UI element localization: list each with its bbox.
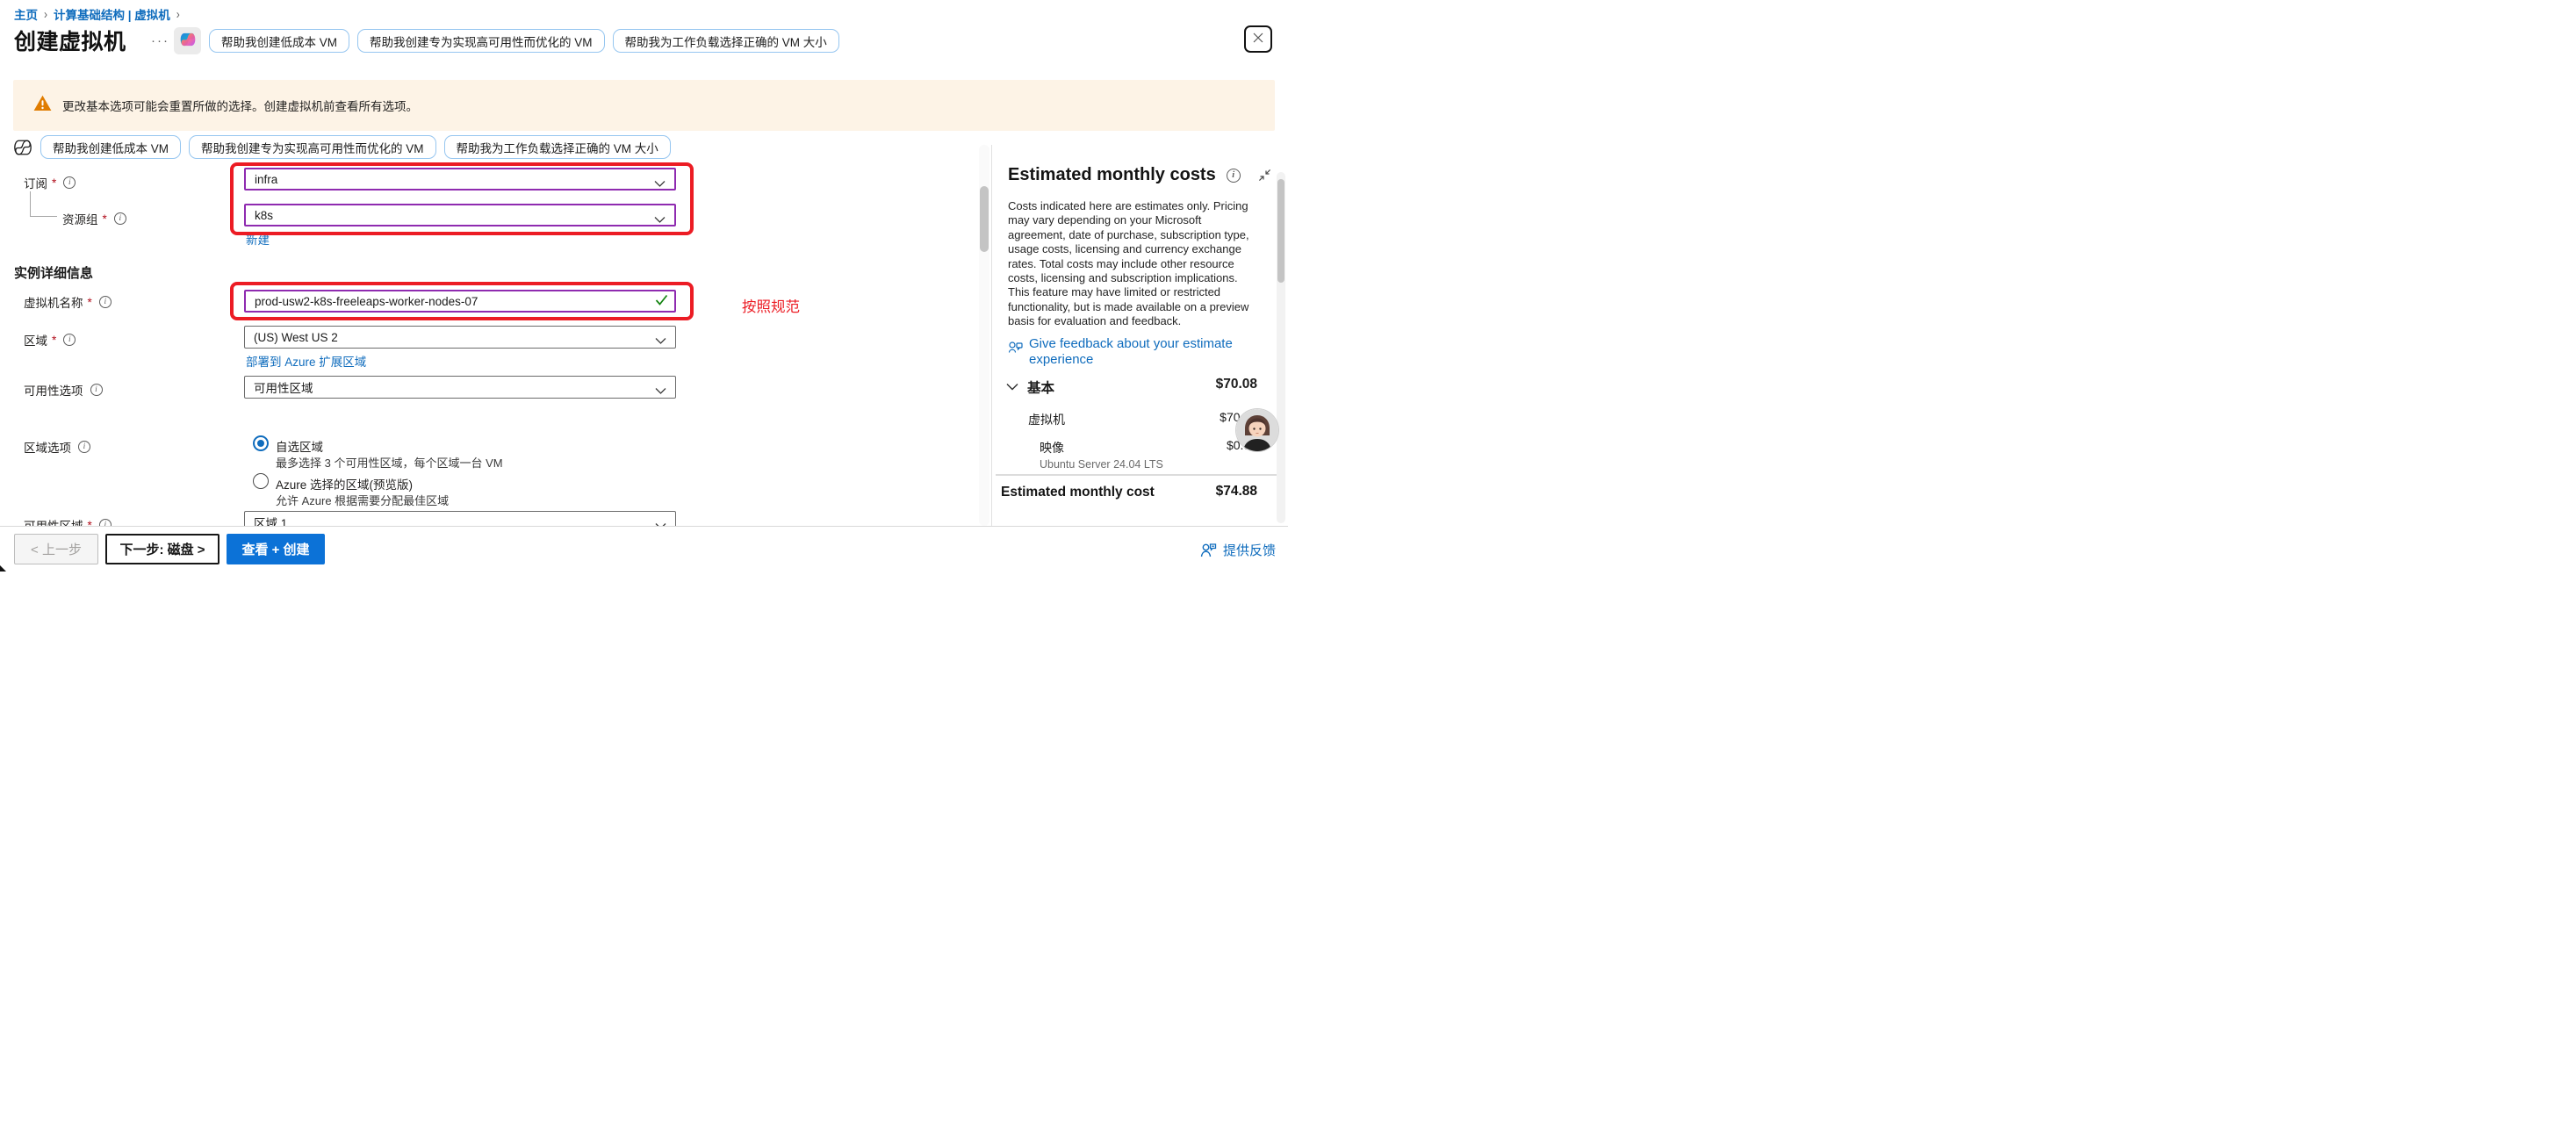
breadcrumb-section[interactable]: 计算基础结构 | 虚拟机 (54, 5, 170, 23)
mouse-cursor (0, 563, 12, 572)
chevron-right-icon: › (176, 7, 180, 22)
self-select-zones-helper: 最多选择 3 个可用性区域，每个区域一台 VM (276, 454, 503, 471)
costs-disclaimer: Costs indicated here are estimates only.… (1008, 199, 1252, 329)
azure-selected-zones-radio[interactable] (253, 473, 269, 489)
breadcrumb: 主页 › 计算基础结构 | 虚拟机 › (14, 5, 180, 23)
warning-icon (33, 95, 52, 116)
total-cost-value: $74.88 (1141, 484, 1257, 500)
cost-group-basic[interactable]: 基本 (1006, 377, 1054, 397)
suggestion-high-availability-button[interactable]: 帮助我创建专为实现高可用性而优化的 VM (189, 135, 436, 159)
region-label: 区域* i (24, 331, 76, 349)
breadcrumb-home[interactable]: 主页 (14, 5, 38, 23)
info-icon[interactable]: i (63, 176, 76, 189)
azure-selected-zones-option[interactable]: Azure 选择的区域(预览版) (276, 475, 413, 492)
availability-options-dropdown[interactable]: 可用性区域 (244, 376, 676, 399)
info-icon[interactable]: i (99, 296, 112, 308)
close-icon (1252, 32, 1264, 47)
cost-group-value: $70.08 (1141, 377, 1257, 392)
main-scrollbar-thumb[interactable] (980, 186, 989, 252)
azure-selected-zones-helper: 允许 Azure 根据需要分配最佳区域 (276, 492, 449, 508)
copilot-suggestions-top: 帮助我创建低成本 VM 帮助我创建专为实现高可用性而优化的 VM 帮助我为工作负… (209, 29, 839, 53)
info-icon[interactable]: i (90, 384, 103, 396)
avatar[interactable] (1236, 409, 1278, 451)
copilot-button[interactable] (174, 27, 201, 54)
panel-scrollbar-thumb[interactable] (1277, 179, 1284, 283)
chevron-down-icon (1006, 379, 1018, 395)
copilot-outline-icon (13, 138, 32, 157)
info-icon[interactable]: i (78, 441, 90, 453)
review-create-button[interactable]: 查看 + 创建 (227, 534, 325, 564)
feedback-person-icon (1200, 543, 1217, 557)
close-button[interactable] (1244, 25, 1272, 53)
copilot-suggestions-inline: 帮助我创建低成本 VM 帮助我创建专为实现高可用性而优化的 VM 帮助我为工作负… (13, 135, 671, 159)
chevron-down-icon (655, 385, 666, 398)
suggestion-vm-size-button[interactable]: 帮助我为工作负载选择正确的 VM 大小 (444, 135, 671, 159)
vm-name-input[interactable] (244, 290, 676, 313)
resource-group-label: 资源组* i (62, 210, 126, 227)
costs-divider (996, 474, 1280, 476)
zone-options-label: 区域选项 i (24, 438, 90, 456)
footer-bar: < 上一步 下一步: 磁盘 > 查看 + 创建 提供反馈 (0, 526, 1288, 572)
cost-item-image-sub: Ubuntu Server 24.04 LTS (1040, 458, 1163, 471)
estimate-feedback-link[interactable]: Give feedback about your estimate experi… (1008, 336, 1263, 367)
subscription-dropdown[interactable]: infra (244, 168, 676, 190)
vm-name-label: 虚拟机名称* i (24, 293, 112, 311)
more-button[interactable]: ··· (151, 33, 169, 48)
annotation-note: 按照规范 (742, 295, 800, 316)
suggestion-low-cost-vm-button[interactable]: 帮助我创建低成本 VM (40, 135, 181, 159)
chevron-down-icon (654, 213, 666, 226)
info-icon[interactable]: i (114, 212, 126, 225)
self-select-zones-option[interactable]: 自选区域 (276, 437, 323, 455)
total-cost-label: Estimated monthly cost (1001, 485, 1155, 500)
region-dropdown[interactable]: (US) West US 2 (244, 326, 676, 349)
subscription-label: 订阅* i (24, 174, 76, 191)
copilot-logo-icon (179, 31, 197, 51)
tree-connector (30, 191, 31, 216)
suggestion-vm-size-button[interactable]: 帮助我为工作负载选择正确的 VM 大小 (613, 29, 839, 53)
valid-check-icon (655, 294, 668, 310)
chevron-right-icon: › (44, 7, 47, 22)
resource-group-dropdown[interactable]: k8s (244, 204, 676, 226)
tree-connector (30, 216, 57, 217)
suggestion-low-cost-vm-button[interactable]: 帮助我创建低成本 VM (209, 29, 349, 53)
give-feedback-link[interactable]: 提供反馈 (1200, 541, 1276, 559)
azure-extended-zones-link[interactable]: 部署到 Azure 扩展区域 (246, 352, 366, 370)
suggestion-high-availability-button[interactable]: 帮助我创建专为实现高可用性而优化的 VM (357, 29, 605, 53)
previous-button[interactable]: < 上一步 (14, 534, 98, 564)
availability-options-label: 可用性选项 i (24, 381, 103, 399)
cost-item-vm-label: 虚拟机 (1028, 411, 1065, 428)
panel-divider (991, 145, 992, 526)
chevron-down-icon (654, 177, 666, 190)
next-disks-button[interactable]: 下一步: 磁盘 > (105, 534, 219, 564)
collapse-panel-icon[interactable] (1258, 169, 1271, 186)
feedback-bubbles-icon (1008, 341, 1023, 367)
costs-panel-title: Estimated monthly costs i (1008, 165, 1241, 185)
cost-group-label: 基本 (1027, 377, 1054, 397)
self-select-zones-radio[interactable] (253, 435, 269, 451)
info-icon[interactable]: i (63, 334, 76, 346)
instance-details-heading: 实例详细信息 (14, 263, 93, 282)
create-new-link[interactable]: 新建 (246, 230, 270, 248)
chevron-down-icon (655, 334, 666, 348)
create-vm-page: 主页 › 计算基础结构 | 虚拟机 › 创建虚拟机 ··· 帮助我创 (0, 0, 1288, 572)
warning-text: 更改基本选项可能会重置所做的选择。创建虚拟机前查看所有选项。 (62, 97, 418, 114)
warning-banner: 更改基本选项可能会重置所做的选择。创建虚拟机前查看所有选项。 (13, 80, 1275, 131)
page-title: 创建虚拟机 (14, 25, 126, 56)
cost-item-image-label: 映像 (1040, 439, 1064, 456)
info-icon[interactable]: i (1227, 169, 1241, 183)
